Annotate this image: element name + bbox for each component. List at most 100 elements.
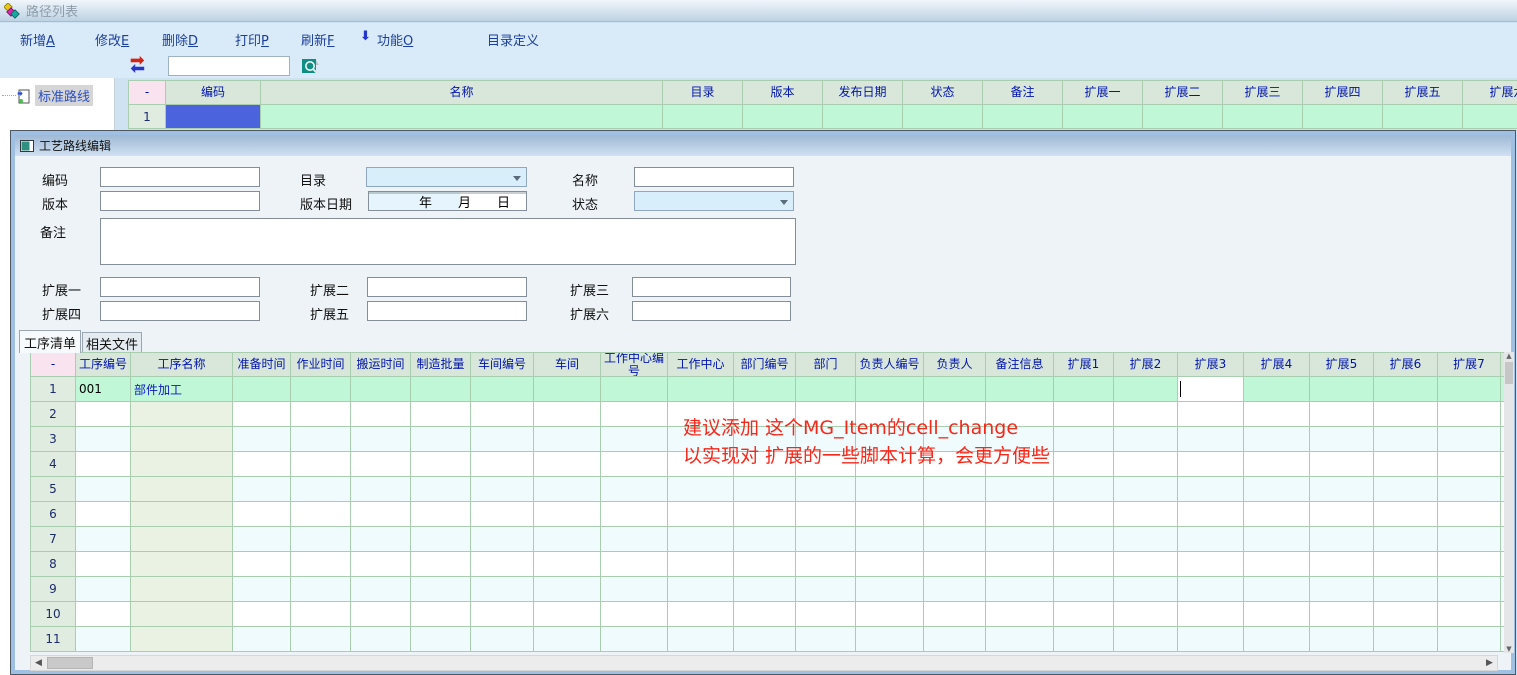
row-number[interactable]: 3 bbox=[31, 427, 76, 452]
row-number[interactable]: 11 bbox=[31, 627, 76, 652]
grid-cell[interactable] bbox=[131, 577, 233, 602]
grid-cell[interactable] bbox=[1244, 527, 1310, 552]
column-header[interactable]: 扩展6 bbox=[1374, 353, 1438, 377]
grid-cell[interactable] bbox=[131, 402, 233, 427]
grid-cell[interactable] bbox=[668, 477, 734, 502]
grid-cell[interactable] bbox=[76, 427, 131, 452]
column-header[interactable]: 作业时间 bbox=[291, 353, 351, 377]
row-number[interactable]: 1 bbox=[129, 105, 166, 129]
grid-cell[interactable] bbox=[471, 552, 534, 577]
grid-cell[interactable] bbox=[411, 627, 471, 652]
grid-cell[interactable] bbox=[471, 427, 534, 452]
grid-cell[interactable] bbox=[411, 377, 471, 402]
column-header[interactable]: 版本 bbox=[743, 81, 823, 105]
grid-cell[interactable] bbox=[1054, 402, 1114, 427]
grid-cell[interactable] bbox=[924, 552, 986, 577]
swap-arrows-icon[interactable] bbox=[128, 55, 148, 75]
grid-cell[interactable] bbox=[1054, 552, 1114, 577]
grid-cell[interactable] bbox=[534, 577, 601, 602]
grid-cell[interactable] bbox=[601, 527, 668, 552]
grid-cell[interactable] bbox=[1438, 627, 1501, 652]
grid-cell[interactable] bbox=[1114, 552, 1178, 577]
grid-cell[interactable] bbox=[1063, 105, 1143, 129]
grid-cell[interactable] bbox=[1114, 577, 1178, 602]
grid-cell[interactable] bbox=[76, 602, 131, 627]
grid-cell[interactable] bbox=[1244, 577, 1310, 602]
grid-cell[interactable] bbox=[411, 602, 471, 627]
grid-cell[interactable] bbox=[471, 402, 534, 427]
column-header[interactable]: 负责人编号 bbox=[856, 353, 924, 377]
scrollbar-thumb[interactable] bbox=[47, 657, 93, 669]
grid-cell[interactable] bbox=[856, 477, 924, 502]
grid-cell[interactable] bbox=[76, 502, 131, 527]
grid-cell[interactable] bbox=[601, 602, 668, 627]
grid-cell[interactable] bbox=[534, 402, 601, 427]
grid-cell[interactable] bbox=[1310, 452, 1374, 477]
grid-cell[interactable] bbox=[233, 377, 291, 402]
grid-cell[interactable] bbox=[1310, 627, 1374, 652]
grid-cell[interactable] bbox=[903, 105, 983, 129]
grid-cell[interactable] bbox=[1114, 477, 1178, 502]
grid-cell[interactable] bbox=[233, 552, 291, 577]
column-header[interactable]: 扩展五 bbox=[1383, 81, 1463, 105]
grid-cell[interactable] bbox=[1310, 552, 1374, 577]
grid-cell[interactable] bbox=[601, 427, 668, 452]
grid-cell[interactable] bbox=[856, 502, 924, 527]
column-header[interactable]: 备注信息 bbox=[986, 353, 1054, 377]
grid-cell[interactable] bbox=[76, 402, 131, 427]
column-header[interactable]: 扩展二 bbox=[1143, 81, 1223, 105]
grid-cell[interactable] bbox=[1438, 602, 1501, 627]
column-header[interactable]: 备注 bbox=[983, 81, 1063, 105]
grid-cell[interactable] bbox=[1054, 452, 1114, 477]
grid-cell[interactable] bbox=[1438, 527, 1501, 552]
grid-cell[interactable] bbox=[131, 427, 233, 452]
grid-cell[interactable] bbox=[351, 377, 411, 402]
date-year-part[interactable]: 年 bbox=[419, 192, 432, 211]
column-header[interactable]: 车间 bbox=[534, 353, 601, 377]
grid-cell[interactable] bbox=[1374, 402, 1438, 427]
column-header[interactable]: 工序名称 bbox=[131, 353, 233, 377]
column-header[interactable]: 编码 bbox=[166, 81, 261, 105]
column-header[interactable]: 扩展3 bbox=[1178, 353, 1244, 377]
grid-cell[interactable] bbox=[1310, 602, 1374, 627]
grid-cell[interactable] bbox=[351, 427, 411, 452]
ext2-field[interactable] bbox=[367, 277, 527, 297]
grid-cell[interactable] bbox=[986, 377, 1054, 402]
grid-cell[interactable] bbox=[411, 402, 471, 427]
grid-cell[interactable] bbox=[261, 105, 663, 129]
grid-cell[interactable] bbox=[1244, 402, 1310, 427]
grid-cell[interactable] bbox=[471, 502, 534, 527]
grid-cell[interactable] bbox=[411, 502, 471, 527]
grid-cell[interactable] bbox=[411, 427, 471, 452]
ext6-field[interactable] bbox=[632, 301, 791, 321]
grid-cell[interactable] bbox=[76, 552, 131, 577]
column-header[interactable]: 名称 bbox=[261, 81, 663, 105]
grid-cell[interactable] bbox=[924, 477, 986, 502]
grid-cell[interactable] bbox=[1374, 577, 1438, 602]
tree-item-standard-route[interactable]: 标准路线 bbox=[2, 85, 93, 106]
column-header[interactable]: 扩展四 bbox=[1303, 81, 1383, 105]
grid-cell[interactable] bbox=[1438, 552, 1501, 577]
grid-cell[interactable] bbox=[291, 577, 351, 602]
ext4-field[interactable] bbox=[100, 301, 260, 321]
grid-cell[interactable] bbox=[1114, 527, 1178, 552]
row-number[interactable]: 4 bbox=[31, 452, 76, 477]
grid-cell[interactable] bbox=[1438, 452, 1501, 477]
grid-cell[interactable] bbox=[796, 602, 856, 627]
column-header[interactable]: 扩展5 bbox=[1310, 353, 1374, 377]
grid-cell[interactable] bbox=[1178, 552, 1244, 577]
vertical-scrollbar[interactable]: ▲ ▼ bbox=[1504, 352, 1514, 653]
grid-cell[interactable] bbox=[1143, 105, 1223, 129]
grid-cell[interactable] bbox=[1374, 527, 1438, 552]
find-icon[interactable] bbox=[301, 55, 321, 75]
catalog-select[interactable] bbox=[366, 167, 527, 187]
grid-cell[interactable] bbox=[1310, 577, 1374, 602]
grid-cell[interactable] bbox=[1244, 427, 1310, 452]
grid-cell[interactable] bbox=[76, 452, 131, 477]
grid-cell[interactable] bbox=[411, 477, 471, 502]
grid-cell[interactable] bbox=[291, 427, 351, 452]
code-field[interactable] bbox=[100, 167, 260, 187]
toolbar-button[interactable]: 修改E bbox=[95, 30, 129, 48]
grid-cell[interactable] bbox=[601, 477, 668, 502]
grid-cell[interactable] bbox=[734, 577, 796, 602]
